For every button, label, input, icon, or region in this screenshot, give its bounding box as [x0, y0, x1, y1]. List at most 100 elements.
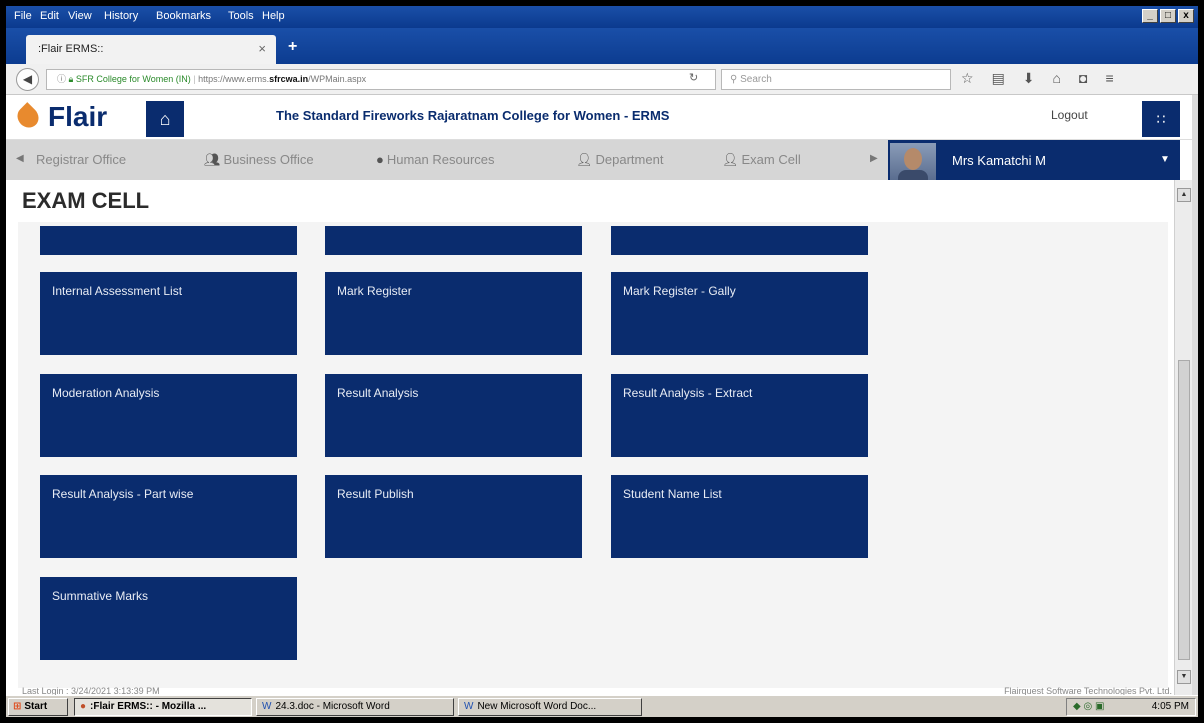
- apps-grid-button[interactable]: ∷: [1142, 101, 1180, 137]
- tab-close-icon[interactable]: ×: [258, 41, 266, 56]
- url-path: /WPMain.aspx: [308, 74, 367, 84]
- task-label: 24.3.doc - Microsoft Word: [275, 701, 390, 712]
- bookmark-star-icon[interactable]: ☆: [961, 70, 974, 87]
- page-title: EXAM CELL: [22, 188, 150, 213]
- tile-student-name-list[interactable]: Student Name List: [611, 475, 868, 558]
- module-nav: ◀ Registrar Office 👥︎ Business Office ● Hu…: [6, 140, 888, 180]
- module-label: Human Resources: [386, 152, 495, 167]
- scroll-down-icon[interactable]: ▼: [1177, 670, 1191, 684]
- tile-partial[interactable]: [611, 226, 868, 255]
- menu-edit[interactable]: Edit: [40, 10, 59, 22]
- navigation-bar: ◀ ⓘ 🔒︎ SFR College for Women (IN) | http…: [6, 64, 1198, 95]
- app-header: Flair ⌂ The Standard Fireworks Rajaratna…: [6, 95, 1198, 140]
- tile-label: Result Publish: [337, 487, 414, 501]
- system-tray: ◆ ◎ ▣ 4:05 PM: [1066, 698, 1196, 716]
- user-bar[interactable]: Mrs Kamatchi M ▼: [888, 140, 1180, 180]
- tile-internal-assessment-list[interactable]: Internal Assessment List: [40, 272, 297, 355]
- scroll-thumb[interactable]: [1178, 360, 1190, 660]
- home-browser-icon[interactable]: ⌂: [1053, 70, 1061, 87]
- scroll-up-icon[interactable]: ▲: [1177, 188, 1191, 202]
- windows-logo-icon: ⊞: [13, 701, 22, 712]
- taskbar-item-word-2[interactable]: W New Microsoft Word Doc...: [458, 698, 642, 716]
- reload-icon[interactable]: ↻: [689, 71, 698, 84]
- search-placeholder: Search: [740, 74, 772, 85]
- site-identity: SFR College for Women (IN): [75, 74, 191, 84]
- module-label: Business Office: [223, 152, 314, 167]
- tray-icons[interactable]: ◆ ◎ ▣: [1073, 699, 1104, 715]
- browser-window: File Edit View History Bookmarks Tools H…: [6, 6, 1198, 717]
- start-button[interactable]: ⊞ Start: [8, 698, 68, 716]
- hamburger-menu-icon[interactable]: ≡: [1105, 70, 1113, 87]
- scroll-left-icon[interactable]: ◀: [16, 153, 24, 164]
- tab-title: :Flair ERMS::: [38, 43, 104, 55]
- menu-history[interactable]: History: [104, 10, 138, 22]
- word-icon: W: [262, 701, 272, 712]
- maximize-button[interactable]: □: [1160, 9, 1176, 23]
- back-button[interactable]: ◀: [16, 68, 39, 91]
- url-bar[interactable]: ⓘ 🔒︎ SFR College for Women (IN) | https:…: [46, 69, 716, 90]
- tile-mark-register-gally[interactable]: Mark Register - Gally: [611, 272, 868, 355]
- browser-tab-active[interactable]: :Flair ERMS:: ×: [26, 35, 276, 64]
- close-window-button[interactable]: x: [1178, 9, 1194, 23]
- info-icon[interactable]: ⓘ: [57, 74, 66, 84]
- module-exam-cell[interactable]: 👤︎ Exam Cell: [722, 152, 801, 168]
- tile-partial[interactable]: [40, 226, 297, 255]
- menu-tools[interactable]: Tools: [228, 10, 254, 22]
- task-label: :Flair ERMS:: - Mozilla ...: [90, 701, 207, 712]
- tile-partial[interactable]: [325, 226, 582, 255]
- module-department[interactable]: 👤︎ Department: [576, 152, 663, 168]
- page-scrollbar[interactable]: [1192, 95, 1198, 695]
- url-domain: sfrcwa.in: [269, 74, 309, 84]
- tile-result-analysis-extract[interactable]: Result Analysis - Extract: [611, 374, 868, 457]
- taskbar-item-word-1[interactable]: W 24.3.doc - Microsoft Word: [256, 698, 454, 716]
- tile-result-analysis-part-wise[interactable]: Result Analysis - Part wise: [40, 475, 297, 558]
- people-icon: ●: [376, 152, 384, 167]
- tile-label: Student Name List: [623, 487, 722, 501]
- menu-view[interactable]: View: [68, 10, 92, 22]
- scroll-right-icon[interactable]: ▶: [870, 153, 878, 164]
- pocket-icon[interactable]: ◘: [1079, 70, 1087, 87]
- chevron-down-icon[interactable]: ▼: [1160, 154, 1170, 165]
- tile-moderation-analysis[interactable]: Moderation Analysis: [40, 374, 297, 457]
- menu-file[interactable]: File: [14, 10, 32, 22]
- user-icon: 👤︎: [576, 152, 593, 167]
- user-name: Mrs Kamatchi M: [952, 153, 1046, 168]
- content-scrollbar[interactable]: ▲ ▼: [1174, 180, 1192, 695]
- flair-logo[interactable]: Flair: [13, 101, 108, 133]
- download-icon[interactable]: ⬇: [1023, 70, 1035, 87]
- start-label: Start: [24, 701, 48, 712]
- module-registrar-office[interactable]: Registrar Office: [36, 152, 126, 167]
- firefox-icon: ●: [80, 701, 87, 712]
- clock: 4:05 PM: [1151, 701, 1189, 712]
- task-label: New Microsoft Word Doc...: [477, 701, 597, 712]
- minimize-button[interactable]: _: [1142, 9, 1158, 23]
- flame-icon: [13, 102, 43, 132]
- menu-help[interactable]: Help: [262, 10, 285, 22]
- tile-result-analysis[interactable]: Result Analysis: [325, 374, 582, 457]
- home-button[interactable]: ⌂: [146, 101, 184, 137]
- tile-label: Result Analysis - Extract: [623, 386, 753, 400]
- college-title: The Standard Fireworks Rajaratnam Colleg…: [276, 108, 670, 123]
- word-icon: W: [464, 701, 474, 712]
- tile-summative-marks[interactable]: Summative Marks: [40, 577, 297, 660]
- toolbar-icons: ☆ ▤ ⬇ ⌂ ◘ ≡: [961, 70, 1114, 87]
- taskbar-item-firefox[interactable]: ●:Flair ERMS:: - Mozilla ...: [74, 698, 252, 716]
- search-input[interactable]: ⚲ Search: [721, 69, 951, 90]
- tile-label: Mark Register: [337, 284, 412, 298]
- tile-mark-register[interactable]: Mark Register: [325, 272, 582, 355]
- windows-taskbar: ⊞ Start ●:Flair ERMS:: - Mozilla ... W 24.…: [6, 695, 1198, 717]
- module-human-resources[interactable]: ● Human Resources: [376, 152, 495, 167]
- tile-result-publish[interactable]: Result Publish: [325, 475, 582, 558]
- tile-label: Internal Assessment List: [52, 284, 183, 298]
- tiles-panel: Internal Assessment List Mark Register M…: [18, 222, 1168, 688]
- bookmarks-list-icon[interactable]: ▤: [992, 70, 1005, 87]
- menu-bookmarks[interactable]: Bookmarks: [156, 10, 211, 22]
- module-label: Registrar Office: [36, 152, 127, 167]
- logo-text: Flair: [48, 101, 108, 132]
- tile-label: Moderation Analysis: [52, 386, 160, 400]
- new-tab-icon[interactable]: +: [288, 38, 297, 56]
- avatar: [890, 143, 936, 180]
- module-business-office[interactable]: 👥︎ Business Office: [204, 152, 314, 168]
- logout-link[interactable]: Logout: [1051, 108, 1088, 122]
- tile-label: Mark Register - Gally: [623, 284, 736, 298]
